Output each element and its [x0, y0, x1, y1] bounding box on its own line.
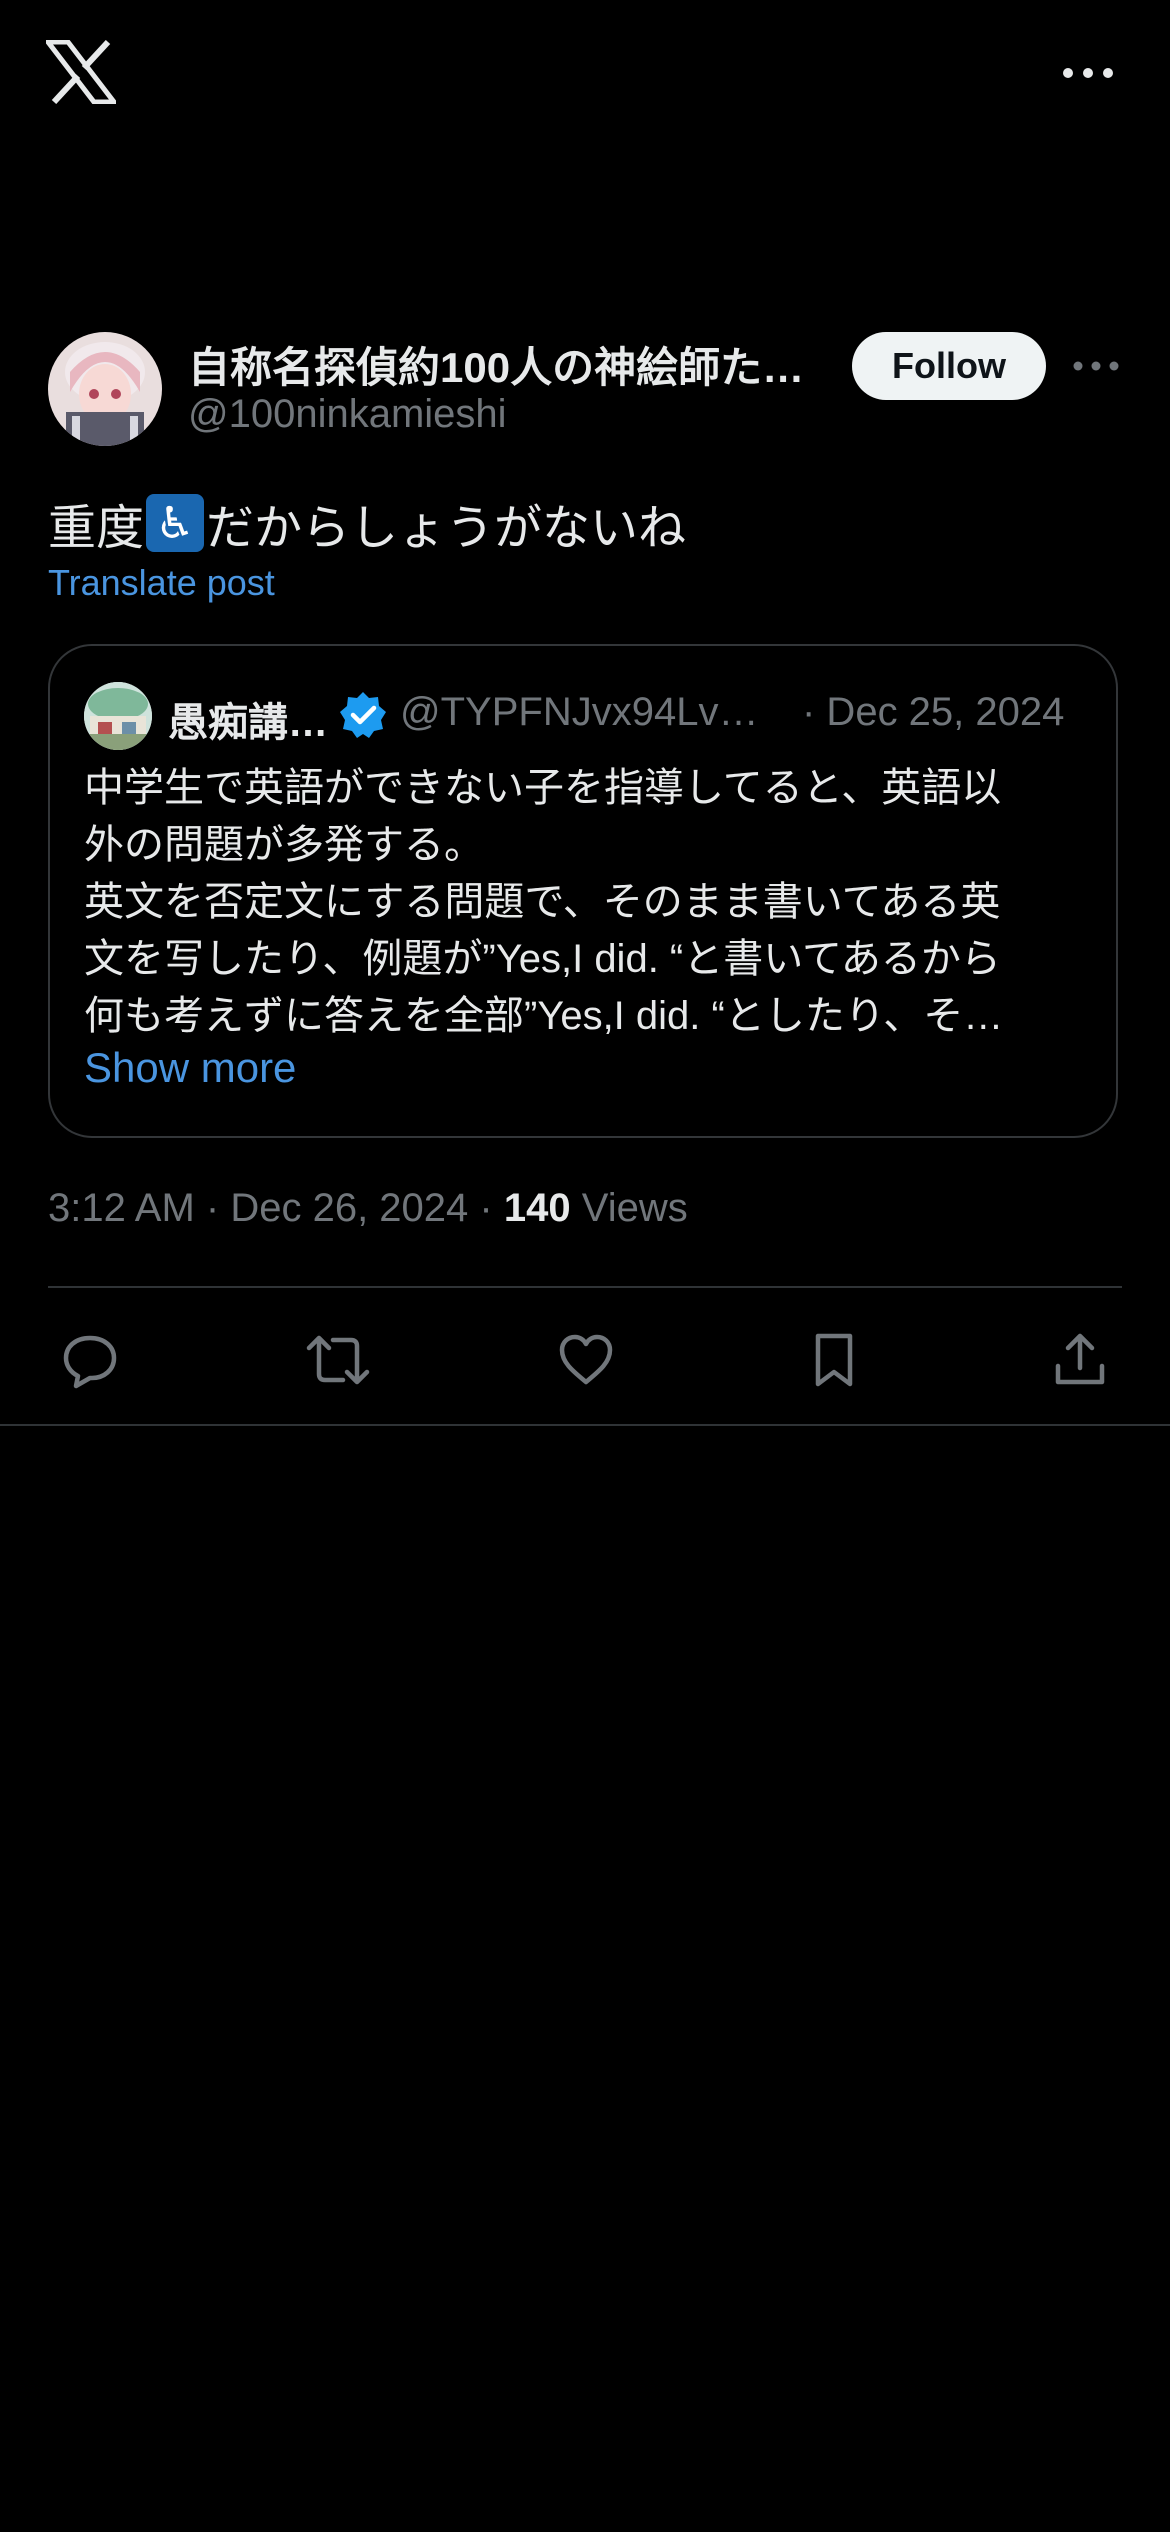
bookmark-button[interactable]: [794, 1320, 874, 1400]
quote-body: 中学生で英語ができない子を指導してると、英語以 外の問題が多発する。 英文を否定…: [84, 760, 1084, 1045]
meta-separator: ·: [205, 1186, 220, 1230]
quote-line: 外の問題が多発する。: [84, 823, 484, 867]
avatar[interactable]: [48, 332, 162, 446]
quote-line: 中学生で英語ができない子を指導してると、英語以: [84, 766, 1002, 810]
post-text: 重度 ♿ だからしょうがないね: [48, 488, 686, 558]
repost-icon: [306, 1335, 370, 1385]
post-header: 自称名探偵約100人の神絵師た… @100ninkamieshi Follow: [48, 332, 1124, 448]
share-button[interactable]: [1040, 1320, 1120, 1400]
divider: [48, 1286, 1122, 1288]
top-bar: [0, 0, 1170, 150]
repost-button[interactable]: [298, 1320, 378, 1400]
post-more-icon[interactable]: [1072, 354, 1120, 378]
post-text-before: 重度: [48, 502, 145, 555]
quote-line: 文を写したり、例題が”Yes,I did. “と書いてあるから: [84, 937, 1001, 981]
post-text-after: だからしょうがないね: [206, 502, 687, 555]
action-bar: [48, 1320, 1122, 1400]
verified-badge-icon: [340, 692, 386, 738]
like-icon: [559, 1334, 613, 1385]
bookmark-icon: [815, 1333, 853, 1387]
author-name[interactable]: 自称名探偵約100人の神絵師た…: [188, 334, 848, 395]
x-logo-icon[interactable]: [46, 40, 116, 104]
views-count[interactable]: 140: [504, 1186, 571, 1230]
share-icon: [1055, 1333, 1105, 1385]
quote-author-name[interactable]: 愚痴講…: [168, 690, 328, 748]
post-time[interactable]: 3:12 AM: [48, 1186, 195, 1230]
translate-post-link[interactable]: Translate post: [48, 562, 275, 604]
reply-button[interactable]: [50, 1320, 130, 1400]
quote-avatar[interactable]: [84, 682, 152, 750]
quote-line: 何も考えずに答えを全部”Yes,I did. “としたり、そ…: [84, 994, 1004, 1038]
meta-separator: ·: [479, 1186, 493, 1230]
like-button[interactable]: [546, 1320, 626, 1400]
quote-author-handle[interactable]: @TYPFNJvx94LvM…: [400, 690, 790, 735]
quoted-post[interactable]: 愚痴講… @TYPFNJvx94LvM… · Dec 25, 2024 中学生で…: [48, 644, 1118, 1138]
quote-line: 英文を否定文にする問題で、そのまま書いてある英: [84, 880, 1001, 924]
follow-button[interactable]: Follow: [852, 332, 1046, 400]
views-label[interactable]: Views: [582, 1186, 688, 1230]
show-more-link[interactable]: Show more: [84, 1044, 296, 1092]
post-meta: 3:12 AM · Dec 26, 2024 · 140 Views: [48, 1186, 688, 1231]
quote-date: · Dec 25, 2024: [802, 690, 1065, 734]
reply-icon: [63, 1335, 117, 1389]
post-date[interactable]: Dec 26, 2024: [230, 1186, 468, 1230]
wheelchair-emoji-icon: ♿: [146, 494, 205, 552]
author-handle[interactable]: @100ninkamieshi: [188, 392, 507, 437]
divider: [0, 1424, 1170, 1426]
more-horizontal-icon[interactable]: [1060, 58, 1116, 88]
